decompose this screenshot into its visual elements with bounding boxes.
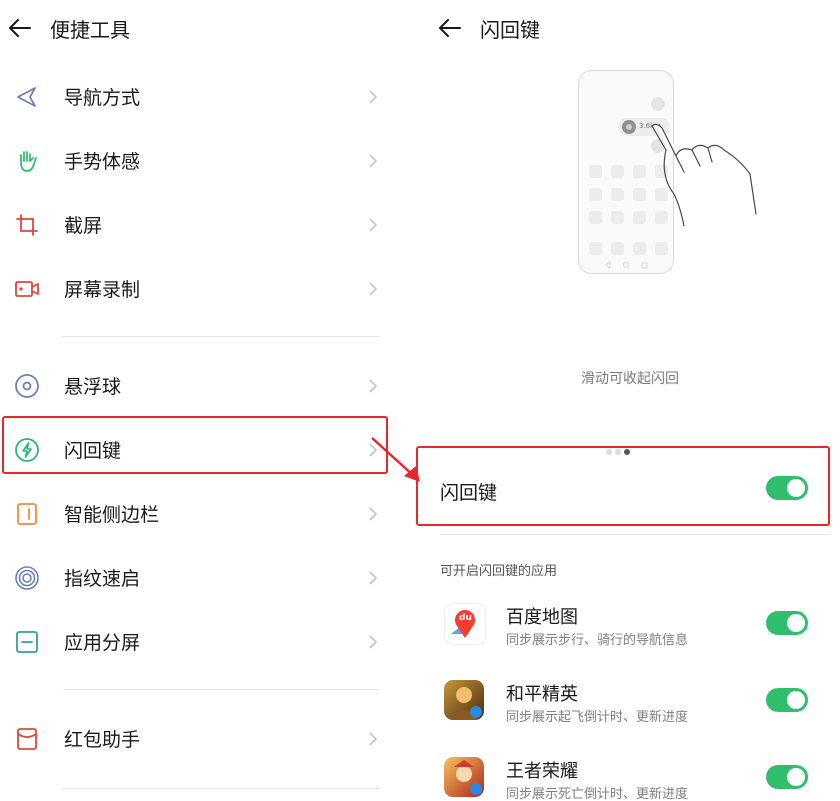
menu-item-label: 智能侧边栏: [64, 504, 160, 526]
smart-sidebar-icon: [17, 503, 37, 525]
app-toggle-switch[interactable]: [766, 765, 808, 789]
chevron-right-icon: [369, 635, 378, 649]
app-name: 王者荣耀: [506, 761, 578, 782]
menu-item-screenshot[interactable]: 截屏: [0, 192, 400, 256]
chevron-right-icon: [369, 379, 378, 393]
app-toggle-switch[interactable]: [766, 611, 808, 635]
fingerprint-icon: [15, 566, 39, 590]
illustration-caption: 滑动可收起闪回: [581, 371, 679, 387]
app-description: 同步展示起飞倒计时、更新进度: [506, 710, 689, 725]
chevron-right-icon: [369, 571, 378, 585]
chevron-right-icon: [369, 732, 378, 746]
red-packet-icon: [17, 728, 37, 750]
menu-item-navigation[interactable]: 导航方式: [0, 64, 400, 128]
chevron-right-icon: [369, 154, 378, 168]
section-header: 可开启闪回键的应用: [440, 564, 558, 579]
app-toggle-switch[interactable]: [766, 688, 808, 712]
chevron-right-icon: [369, 218, 378, 232]
menu-item-fingerprint[interactable]: 指纹速启: [0, 545, 400, 609]
toggle-knob: [787, 768, 805, 786]
honor-of-kings-icon: [444, 757, 484, 797]
menu-item-screen-record[interactable]: 屏幕录制: [0, 256, 400, 320]
back-arrow-icon[interactable]: [6, 16, 34, 40]
hand-gesture-icon: [20, 151, 37, 172]
baidu-map-icon: du: [444, 603, 486, 645]
chevron-right-icon: [369, 282, 378, 296]
menu-item-split-screen[interactable]: 应用分屏: [0, 609, 400, 673]
split-screen-icon: [16, 631, 38, 653]
screen-record-icon: [15, 281, 39, 297]
menu-item-label: 手势体感: [64, 151, 141, 173]
flash-back-key-panel: 闪回键 3.6km 滑动可收起闪回 闪回键 可开启闪回键的应用 du 百度地图 …: [420, 0, 840, 801]
menu-item-label: 红包助手: [64, 729, 141, 751]
group-divider: [62, 689, 380, 690]
menu-item-label: 应用分屏: [64, 632, 141, 654]
menu-item-label: 悬浮球: [64, 376, 122, 398]
back-arrow-icon[interactable]: [436, 16, 464, 40]
menu-item-label: 指纹速启: [64, 568, 141, 590]
menu-item-red-packet[interactable]: 红包助手: [0, 706, 400, 770]
left-top-bar: 便捷工具: [0, 0, 400, 56]
page-title: 闪回键: [480, 18, 540, 42]
section-divider: [440, 534, 830, 535]
toggle-knob: [787, 691, 805, 709]
menu-item-smart-sidebar[interactable]: 智能侧边栏: [0, 481, 400, 545]
app-row-peace-elite: 和平精英 同步展示起飞倒计时、更新进度: [420, 680, 840, 756]
app-description: 同步展示步行、骑行的导航信息: [506, 633, 689, 648]
app-row-honor-of-kings: 王者荣耀 同步展示死亡倒计时、更新进度: [420, 757, 840, 801]
menu-item-label: 屏幕录制: [64, 279, 141, 301]
menu-item-label: 导航方式: [64, 87, 141, 109]
crop-screenshot-icon: [16, 214, 38, 236]
tools-settings-panel: 便捷工具 导航方式 手势体感 截屏 屏幕录制 悬浮球 闪回键 智能侧边栏 指纹速…: [0, 0, 400, 801]
page-title: 便捷工具: [50, 18, 130, 42]
menu-item-gesture[interactable]: 手势体感: [0, 128, 400, 192]
app-name: 和平精英: [506, 684, 578, 705]
group-divider: [62, 788, 380, 789]
app-description: 同步展示死亡倒计时、更新进度: [506, 787, 689, 801]
group-divider: [62, 336, 380, 337]
hand-swipe-illustration-icon: [651, 123, 757, 226]
menu-item-floating-ball[interactable]: 悬浮球: [0, 353, 400, 417]
right-top-bar: 闪回键: [420, 0, 840, 56]
toggle-knob: [787, 614, 805, 632]
navigation-arrow-icon: [17, 87, 36, 107]
baidu-map-icon-text: du: [459, 613, 472, 623]
highlight-box-flash-back-item: [2, 416, 388, 474]
app-row-baidu-map: du 百度地图 同步展示步行、骑行的导航信息: [420, 603, 840, 679]
peace-elite-icon: [444, 680, 484, 720]
highlight-box-flash-back-toggle: [416, 446, 830, 526]
chevron-right-icon: [369, 90, 378, 104]
floating-ball-icon: [15, 374, 39, 398]
app-name: 百度地图: [506, 607, 578, 628]
chevron-right-icon: [369, 507, 378, 521]
menu-item-label: 截屏: [64, 215, 103, 237]
